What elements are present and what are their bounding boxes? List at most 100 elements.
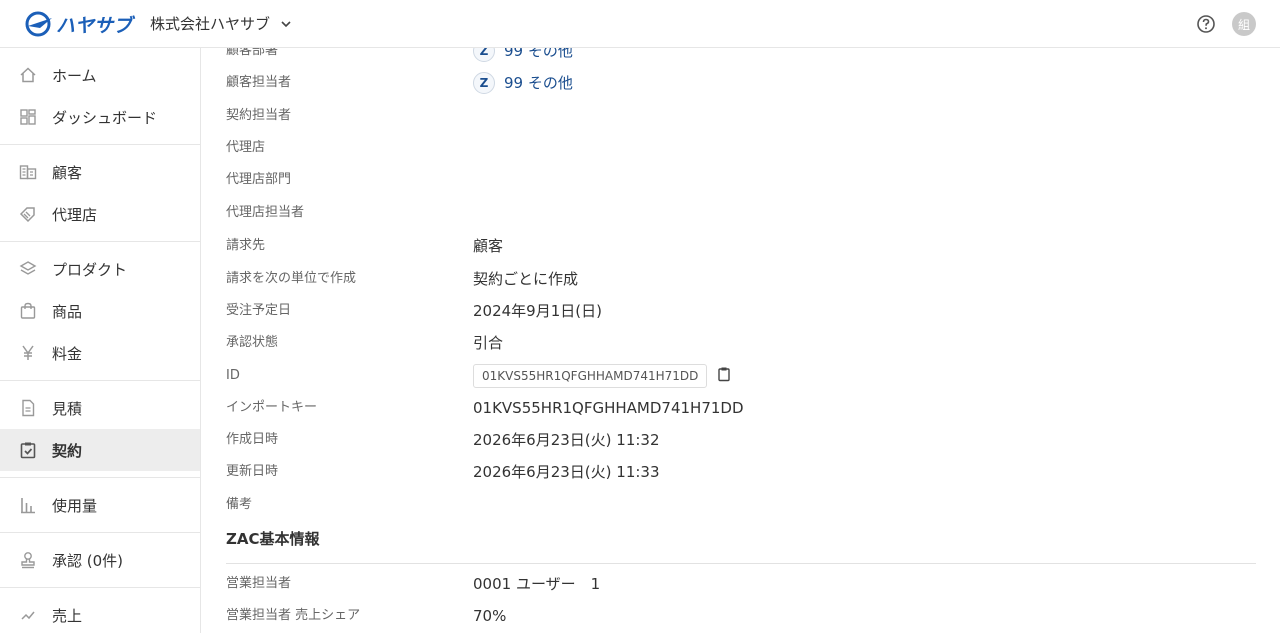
field-row: 顧客担当者 Z 99 その他 xyxy=(226,72,1256,106)
field-row: ID 01KVS55HR1QFGHHAMD741H71DD xyxy=(226,363,1256,399)
sidebar-group: 売上 xyxy=(0,588,200,633)
customer-icon xyxy=(18,162,38,182)
sidebar-group: 顧客 代理店 xyxy=(0,145,200,242)
field-row: 営業担当者 0001 ユーザー 1 xyxy=(226,575,1256,607)
sidebar-item[interactable]: 契約 xyxy=(0,429,200,471)
company-switcher[interactable]: 株式会社ハヤサブ xyxy=(150,13,292,34)
field-value: 引合 xyxy=(473,334,503,352)
sidebar-item[interactable]: 使用量 xyxy=(0,484,200,526)
sidebar-item[interactable]: 代理店 xyxy=(0,193,200,235)
sidebar-item[interactable]: 見積 xyxy=(0,387,200,429)
company-name: 株式会社ハヤサブ xyxy=(150,15,271,33)
value-text: 契約ごとに作成 xyxy=(473,269,579,288)
value-text: 引合 xyxy=(473,334,504,353)
link-text: 99 その他 xyxy=(504,48,573,60)
field-label: 営業担当者 xyxy=(226,576,292,591)
layers-icon xyxy=(18,259,38,279)
field-value[interactable]: 01KVS55HR1QFGHHAMD741H71DD xyxy=(473,363,732,388)
sidebar-item-label: 顧客 xyxy=(52,163,83,182)
sidebar-item-label: 見積 xyxy=(52,399,83,418)
agency-icon xyxy=(18,204,38,224)
help-icon[interactable] xyxy=(1196,14,1216,34)
field-row: 代理店担当者 xyxy=(226,204,1256,236)
sidebar-group: ホームダッシュボード xyxy=(0,48,200,145)
field-label: 請求を次の単位で作成 xyxy=(226,270,357,286)
sidebar-item[interactable]: プロダクト xyxy=(0,248,200,290)
field-value: 2026年6月23日(火) 11:32 xyxy=(473,431,660,449)
clipboard-copy-icon[interactable] xyxy=(707,366,732,386)
sidebar-item-label: 承認 (0件) xyxy=(52,551,124,570)
section-title: ZAC基本情報 xyxy=(226,530,320,548)
field-value: 2026年6月23日(火) 11:33 xyxy=(473,463,660,481)
logo-text: ハヤサブ xyxy=(56,14,133,37)
field-label: 作成日時 xyxy=(226,432,279,448)
sidebar-item-label: ホーム xyxy=(52,66,97,85)
field-value[interactable]: Z 99 その他 xyxy=(473,72,573,95)
field-value: 2024年9月1日(日) xyxy=(473,302,602,320)
field-label: 代理店部門 xyxy=(226,172,292,188)
field-row: 備考 xyxy=(226,496,1256,528)
shopping-bag-icon xyxy=(18,301,38,321)
section-divider xyxy=(226,563,1256,564)
sidebar-item[interactable]: ホーム xyxy=(0,54,200,96)
value-text: 70% xyxy=(473,607,507,625)
chevron-down-icon xyxy=(281,20,291,27)
field-value: 01KVS55HR1QFGHHAMD741H71DD xyxy=(473,399,744,417)
value-text: 0001 ユーザー 1 xyxy=(473,575,601,593)
field-row: 承認状態 引合 xyxy=(226,334,1256,366)
value-text: 2024年9月1日(日) xyxy=(473,301,602,320)
field-label: 代理店 xyxy=(226,139,266,155)
field-label: 受注予定日 xyxy=(226,302,292,318)
value-text: 01KVS55HR1QFGHHAMD741H71DD xyxy=(473,398,744,417)
value-text: 2026年6月23日(火) 11:33 xyxy=(473,463,660,482)
clipboard-check-icon xyxy=(18,440,38,460)
field-label: 契約担当者 xyxy=(226,107,292,123)
top-bar: ハヤサブ 株式会社ハヤサブ 組 xyxy=(0,0,1280,48)
logo[interactable]: ハヤサブ xyxy=(24,10,132,38)
field-row: 顧客部署 Z 99 その他 xyxy=(226,48,1256,74)
field-label: 顧客部署 xyxy=(226,48,279,58)
sales-icon xyxy=(18,605,38,625)
field-value[interactable]: Z 99 その他 xyxy=(473,48,573,62)
field-row: 営業担当者 売上シェア 70% xyxy=(226,607,1256,633)
sidebar-item[interactable]: 売上 xyxy=(0,594,200,633)
document-icon xyxy=(18,398,38,418)
sidebar-item-label: 使用量 xyxy=(52,496,98,515)
field-row: 受注予定日 2024年9月1日(日) xyxy=(226,302,1256,334)
yen-icon xyxy=(18,343,38,363)
sidebar-item-label: 商品 xyxy=(52,302,83,321)
field-label: 承認状態 xyxy=(226,335,279,351)
field-label: 顧客担当者 xyxy=(226,75,292,91)
sidebar-item[interactable]: ダッシュボード xyxy=(0,96,200,138)
field-label: 備考 xyxy=(226,496,253,512)
field-label: ID xyxy=(226,367,240,383)
field-row: 作成日時 2026年6月23日(火) 11:32 xyxy=(226,431,1256,463)
sidebar-item-label: プロダクト xyxy=(52,260,128,279)
field-value: 顧客 xyxy=(473,237,503,255)
sidebar-item[interactable]: 顧客 xyxy=(0,151,200,193)
sidebar-item[interactable]: 料金 xyxy=(0,332,200,374)
field-label: インポートキー xyxy=(226,399,318,415)
field-row: 代理店部門 xyxy=(226,171,1256,203)
sidebar-item-label: ダッシュボード xyxy=(52,108,158,127)
avatar[interactable]: 組 xyxy=(1232,12,1256,36)
value-text: 2026年6月23日(火) 11:32 xyxy=(473,431,660,450)
home-icon xyxy=(18,65,38,85)
sidebar-item-label: 代理店 xyxy=(52,205,98,224)
dashboard-icon xyxy=(18,107,38,127)
field-label: 更新日時 xyxy=(226,464,279,480)
sidebar-item[interactable]: 商品 xyxy=(0,290,200,332)
field-value: 契約ごとに作成 xyxy=(473,270,578,288)
field-row: 更新日時 2026年6月23日(火) 11:33 xyxy=(226,463,1256,495)
sidebar-item[interactable]: 承認 (0件) xyxy=(0,539,200,581)
sidebar-item-label: 契約 xyxy=(52,441,83,460)
sidebar-group: 見積 契約 xyxy=(0,381,200,478)
field-row: 契約担当者 xyxy=(226,107,1256,139)
sidebar-group: 承認 (0件) xyxy=(0,533,200,588)
sidebar-item-label: 売上 xyxy=(52,606,83,625)
sidebar: ホームダッシュボード 顧客代理店プロダクト商品料金見積契約使用量承認 (0件) 売上 xyxy=(0,48,201,633)
field-row: 請求先 顧客 xyxy=(226,237,1256,269)
field-row: 請求を次の単位で作成 契約ごとに作成 xyxy=(226,270,1256,302)
initial-badge: Z xyxy=(473,48,495,62)
initial-badge: Z xyxy=(473,72,495,95)
